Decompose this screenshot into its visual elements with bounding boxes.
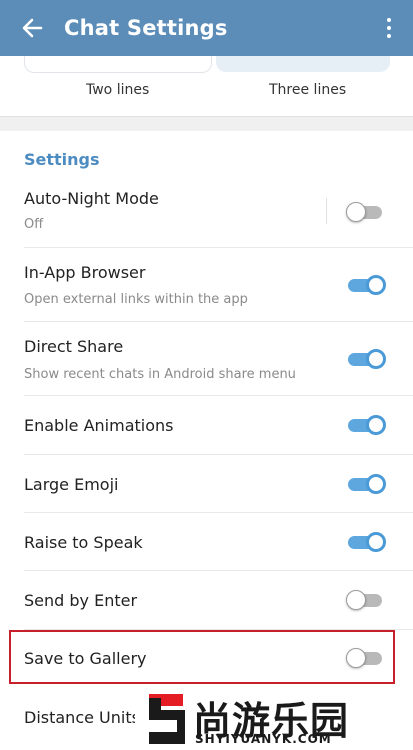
preview-three-lines-card[interactable]: [216, 56, 390, 72]
raise-to-speak-toggle[interactable]: [346, 532, 386, 552]
setting-description: Open external links within the app: [24, 292, 248, 307]
setting-description: Show recent chats in Android share menu: [24, 367, 296, 382]
setting-label: Send by Enter: [24, 591, 138, 610]
section-divider: [0, 116, 413, 131]
arrow-left-icon: [22, 18, 43, 38]
setting-label: Auto-Night Mode: [24, 189, 159, 208]
auto-night-mode-toggle[interactable]: [346, 202, 386, 222]
setting-enable-animations[interactable]: Enable Animations: [0, 396, 413, 455]
setting-label: Distance Units: [24, 708, 140, 727]
in-app-browser-toggle[interactable]: [346, 275, 386, 295]
watermark-logo: [149, 694, 185, 744]
option-three-lines[interactable]: Three lines: [269, 82, 346, 98]
setting-direct-share[interactable]: Direct Share Show recent chats in Androi…: [0, 322, 413, 396]
setting-auto-night-mode[interactable]: Auto-Night Mode Off: [0, 176, 413, 248]
more-vertical-icon: [387, 18, 391, 22]
app-bar: Chat Settings: [0, 0, 413, 56]
back-button[interactable]: [0, 0, 64, 56]
setting-raise-to-speak[interactable]: Raise to Speak: [0, 513, 413, 571]
page-title: Chat Settings: [64, 16, 228, 40]
send-by-enter-toggle[interactable]: [346, 590, 386, 610]
setting-label: Large Emoji: [24, 475, 119, 494]
setting-label: Enable Animations: [24, 416, 174, 435]
setting-label: Direct Share: [24, 337, 124, 356]
direct-share-toggle[interactable]: [346, 349, 386, 369]
option-two-lines[interactable]: Two lines: [86, 82, 149, 98]
watermark: 尚游乐园 SHYIYUANYK.COM: [135, 688, 413, 750]
setting-value: Off: [24, 217, 44, 232]
large-emoji-toggle[interactable]: [346, 474, 386, 494]
enable-animations-toggle[interactable]: [346, 415, 386, 435]
watermark-url: SHYIYUANYK.COM: [195, 732, 332, 746]
section-title-settings: Settings: [24, 150, 100, 169]
vertical-separator: [326, 198, 327, 224]
setting-send-by-enter[interactable]: Send by Enter: [0, 571, 413, 630]
setting-label: In-App Browser: [24, 263, 146, 282]
more-options-button[interactable]: [379, 14, 399, 42]
setting-large-emoji[interactable]: Large Emoji: [0, 455, 413, 513]
preview-two-lines-card[interactable]: [24, 56, 212, 73]
highlight-box: [9, 630, 395, 684]
setting-label: Raise to Speak: [24, 533, 143, 552]
setting-in-app-browser[interactable]: In-App Browser Open external links withi…: [0, 248, 413, 322]
